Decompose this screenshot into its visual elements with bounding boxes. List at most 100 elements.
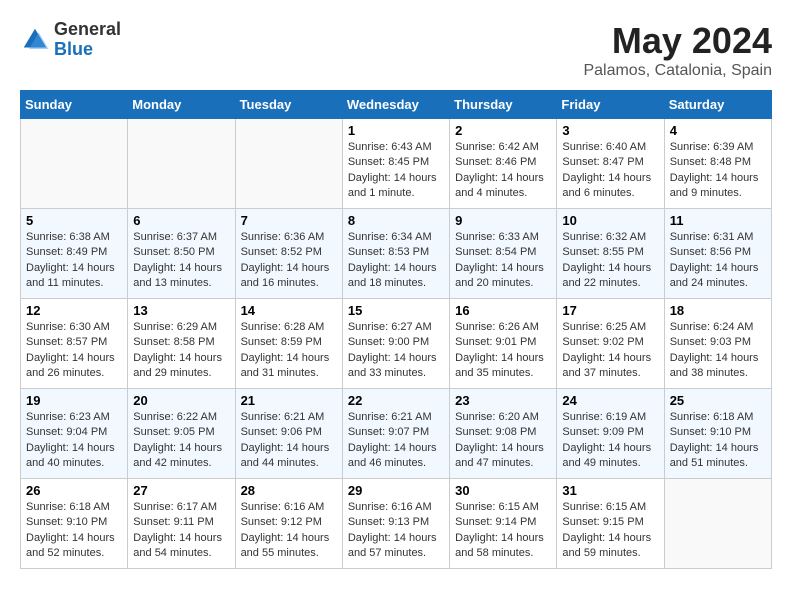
day-number: 4 [670,123,766,138]
day-number: 14 [241,303,337,318]
logo: General Blue [20,20,121,60]
calendar-cell: 3 Sunrise: 6:40 AM Sunset: 8:47 PM Daylig… [557,119,664,209]
calendar-cell: 31Sunrise: 6:15 AM Sunset: 9:15 PM Dayli… [557,479,664,569]
day-info: Sunrise: 6:29 AM Sunset: 8:58 PM Dayligh… [133,320,229,382]
calendar-week-row: 19 Sunrise: 6:23 AM Sunset: 9:04 PM Dayli… [21,389,772,479]
calendar-cell: 12 Sunrise: 6:30 AM Sunset: 8:57 PM Dayli… [21,299,128,389]
calendar-cell: 26 Sunrise: 6:18 AM Sunset: 9:10 PM Dayli… [21,479,128,569]
day-info: Sunrise: 6:18 AM Sunset: 9:10 PM Dayligh… [670,410,766,472]
logo-blue: Blue [54,40,121,60]
day-info: Sunrise: 6:21 AM Sunset: 9:06 PM Dayligh… [241,410,337,472]
day-number: 9 [455,213,551,228]
month-title: May 2024 [583,20,772,62]
calendar-week-row: 1 Sunrise: 6:43 AM Sunset: 8:45 PM Daylig… [21,119,772,209]
day-info: Sunrise: 6:25 AM Sunset: 9:02 PM Dayligh… [562,320,658,382]
calendar-cell: 30 Sunrise: 6:15 AM Sunset: 9:14 PM Dayli… [450,479,557,569]
calendar-cell: 6Sunrise: 6:37 AM Sunset: 8:50 PM Daylig… [128,209,235,299]
calendar-cell: 15 Sunrise: 6:27 AM Sunset: 9:00 PM Dayli… [342,299,449,389]
calendar-cell: 11Sunrise: 6:31 AM Sunset: 8:56 PM Dayli… [664,209,771,299]
day-info: Sunrise: 6:31 AM Sunset: 8:56 PM Dayligh… [670,230,766,292]
calendar-cell: 9 Sunrise: 6:33 AM Sunset: 8:54 PM Daylig… [450,209,557,299]
title-block: May 2024 Palamos, Catalonia, Spain [583,20,772,80]
weekday-header: Wednesday [342,91,449,119]
day-number: 19 [26,393,122,408]
day-number: 10 [562,213,658,228]
day-info: Sunrise: 6:42 AM Sunset: 8:46 PM Dayligh… [455,140,551,202]
calendar-cell: 13 Sunrise: 6:29 AM Sunset: 8:58 PM Dayli… [128,299,235,389]
calendar-cell: 5Sunrise: 6:38 AM Sunset: 8:49 PM Daylig… [21,209,128,299]
day-number: 15 [348,303,444,318]
day-number: 31 [562,483,658,498]
day-info: Sunrise: 6:32 AM Sunset: 8:55 PM Dayligh… [562,230,658,292]
calendar-cell: 27 Sunrise: 6:17 AM Sunset: 9:11 PM Dayli… [128,479,235,569]
calendar-cell: 19 Sunrise: 6:23 AM Sunset: 9:04 PM Dayli… [21,389,128,479]
day-info: Sunrise: 6:20 AM Sunset: 9:08 PM Dayligh… [455,410,551,472]
day-number: 12 [26,303,122,318]
calendar-cell: 4 Sunrise: 6:39 AM Sunset: 8:48 PM Daylig… [664,119,771,209]
calendar-cell: 8Sunrise: 6:34 AM Sunset: 8:53 PM Daylig… [342,209,449,299]
day-info: Sunrise: 6:33 AM Sunset: 8:54 PM Dayligh… [455,230,551,292]
weekday-header: Sunday [21,91,128,119]
day-info: Sunrise: 6:27 AM Sunset: 9:00 PM Dayligh… [348,320,444,382]
day-number: 17 [562,303,658,318]
calendar-cell: 29 Sunrise: 6:16 AM Sunset: 9:13 PM Dayli… [342,479,449,569]
calendar-cell: 7Sunrise: 6:36 AM Sunset: 8:52 PM Daylig… [235,209,342,299]
day-number: 29 [348,483,444,498]
calendar-cell: 14 Sunrise: 6:28 AM Sunset: 8:59 PM Dayli… [235,299,342,389]
day-info: Sunrise: 6:15 AM Sunset: 9:14 PM Dayligh… [455,500,551,562]
weekday-header: Thursday [450,91,557,119]
day-number: 21 [241,393,337,408]
day-number: 26 [26,483,122,498]
weekday-header-row: SundayMondayTuesdayWednesdayThursdayFrid… [21,91,772,119]
calendar-cell [235,119,342,209]
day-info: Sunrise: 6:28 AM Sunset: 8:59 PM Dayligh… [241,320,337,382]
calendar-cell: 20Sunrise: 6:22 AM Sunset: 9:05 PM Dayli… [128,389,235,479]
day-info: Sunrise: 6:43 AM Sunset: 8:45 PM Dayligh… [348,140,444,202]
calendar-cell [21,119,128,209]
day-info: Sunrise: 6:37 AM Sunset: 8:50 PM Dayligh… [133,230,229,292]
day-number: 13 [133,303,229,318]
calendar-table: SundayMondayTuesdayWednesdayThursdayFrid… [20,90,772,569]
calendar-cell [128,119,235,209]
weekday-header: Monday [128,91,235,119]
calendar-cell: 23Sunrise: 6:20 AM Sunset: 9:08 PM Dayli… [450,389,557,479]
calendar-cell: 25Sunrise: 6:18 AM Sunset: 9:10 PM Dayli… [664,389,771,479]
day-info: Sunrise: 6:23 AM Sunset: 9:04 PM Dayligh… [26,410,122,472]
location: Palamos, Catalonia, Spain [583,62,772,80]
calendar-week-row: 5Sunrise: 6:38 AM Sunset: 8:49 PM Daylig… [21,209,772,299]
day-number: 28 [241,483,337,498]
calendar-cell: 28 Sunrise: 6:16 AM Sunset: 9:12 PM Dayli… [235,479,342,569]
day-info: Sunrise: 6:26 AM Sunset: 9:01 PM Dayligh… [455,320,551,382]
day-info: Sunrise: 6:16 AM Sunset: 9:12 PM Dayligh… [241,500,337,562]
weekday-header: Friday [557,91,664,119]
calendar-cell: 24 Sunrise: 6:19 AM Sunset: 9:09 PM Dayli… [557,389,664,479]
calendar-cell: 17 Sunrise: 6:25 AM Sunset: 9:02 PM Dayli… [557,299,664,389]
calendar-week-row: 26 Sunrise: 6:18 AM Sunset: 9:10 PM Dayli… [21,479,772,569]
day-info: Sunrise: 6:18 AM Sunset: 9:10 PM Dayligh… [26,500,122,562]
day-info: Sunrise: 6:40 AM Sunset: 8:47 PM Dayligh… [562,140,658,202]
day-info: Sunrise: 6:39 AM Sunset: 8:48 PM Dayligh… [670,140,766,202]
day-number: 30 [455,483,551,498]
calendar-cell: 21 Sunrise: 6:21 AM Sunset: 9:06 PM Dayli… [235,389,342,479]
page-header: General Blue May 2024 Palamos, Catalonia… [20,20,772,80]
day-info: Sunrise: 6:30 AM Sunset: 8:57 PM Dayligh… [26,320,122,382]
day-number: 22 [348,393,444,408]
day-info: Sunrise: 6:17 AM Sunset: 9:11 PM Dayligh… [133,500,229,562]
logo-icon [20,25,50,55]
day-number: 7 [241,213,337,228]
day-info: Sunrise: 6:38 AM Sunset: 8:49 PM Dayligh… [26,230,122,292]
day-number: 16 [455,303,551,318]
day-number: 3 [562,123,658,138]
day-number: 1 [348,123,444,138]
calendar-cell: 22Sunrise: 6:21 AM Sunset: 9:07 PM Dayli… [342,389,449,479]
day-number: 24 [562,393,658,408]
logo-text: General Blue [54,20,121,60]
day-number: 8 [348,213,444,228]
weekday-header: Saturday [664,91,771,119]
day-number: 20 [133,393,229,408]
day-number: 27 [133,483,229,498]
day-info: Sunrise: 6:19 AM Sunset: 9:09 PM Dayligh… [562,410,658,472]
day-number: 18 [670,303,766,318]
day-info: Sunrise: 6:16 AM Sunset: 9:13 PM Dayligh… [348,500,444,562]
weekday-header: Tuesday [235,91,342,119]
